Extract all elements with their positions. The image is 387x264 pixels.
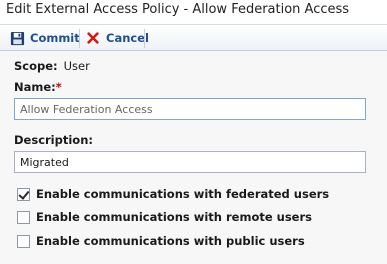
save-icon [9,30,25,46]
toolbar: Commit Cancel [0,24,387,51]
description-field[interactable] [14,151,366,173]
remote-users-checkbox[interactable] [17,210,30,224]
commit-label: Commit [30,31,80,45]
public-users-checkbox-row[interactable]: Enable communications with public users [17,234,305,248]
federated-users-checkbox[interactable] [17,187,30,201]
form-panel: Scope: User Name:* Description: Enable co… [0,51,387,264]
name-label: Name:* [14,80,62,94]
window-title: Edit External Access Policy - Allow Fede… [6,2,350,17]
remote-users-checkbox-row[interactable]: Enable communications with remote users [17,210,312,224]
close-icon [85,30,101,46]
cancel-label: Cancel [106,31,149,45]
toolbar-separator [144,29,145,48]
scope-value: User [63,59,90,73]
description-label: Description: [14,133,93,147]
remote-users-label: Enable communications with remote users [36,210,312,224]
federated-users-checkbox-row[interactable]: Enable communications with federated use… [17,187,329,201]
federated-users-label: Enable communications with federated use… [36,187,330,201]
name-field[interactable] [14,98,366,120]
name-label-text: Name: [14,80,56,94]
public-users-label: Enable communications with public users [36,234,305,248]
scope-row: Scope: User [14,59,90,73]
scope-label: Scope: [14,59,58,73]
required-marker: * [55,80,62,94]
public-users-checkbox[interactable] [17,234,30,248]
commit-button[interactable]: Commit [4,26,86,50]
